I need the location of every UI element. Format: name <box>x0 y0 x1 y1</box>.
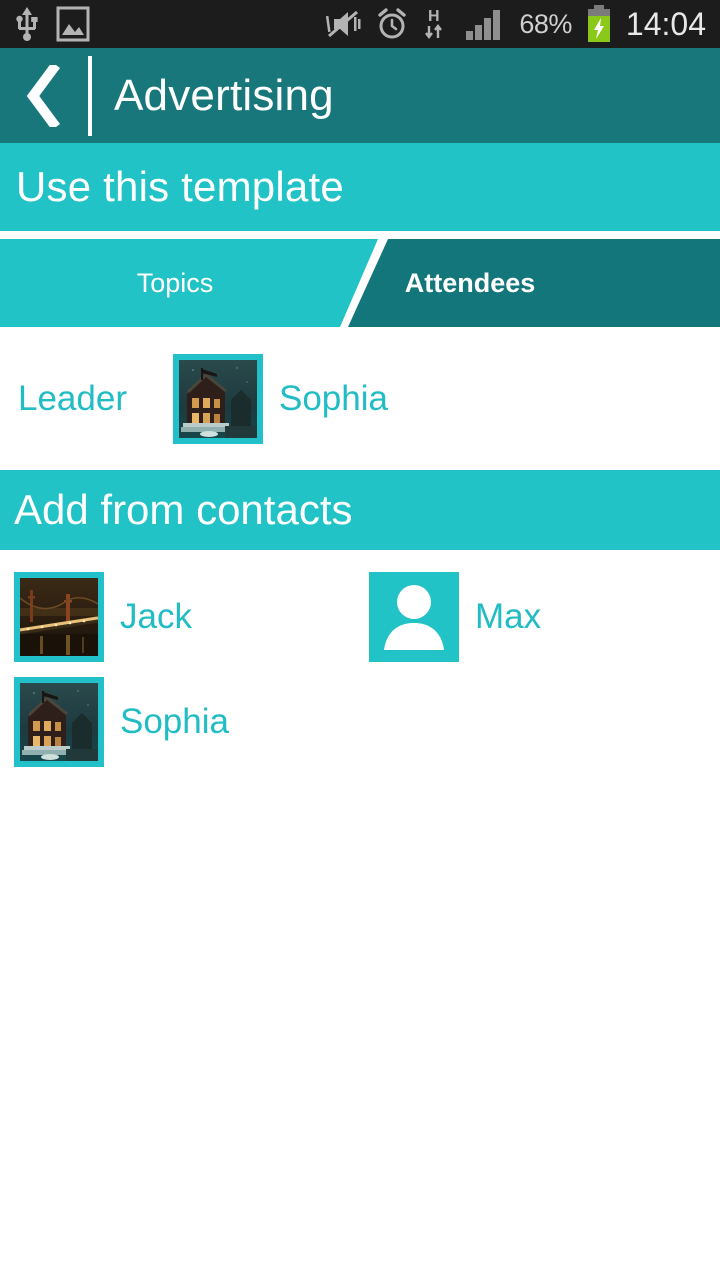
banner-tabs-gap <box>0 231 720 239</box>
mute-vibrate-icon <box>325 8 361 40</box>
tab-attendees[interactable]: Attendees <box>348 239 720 327</box>
clock-label: 14:04 <box>625 5 706 42</box>
use-template-label: Use this template <box>16 163 344 210</box>
image-icon <box>56 5 90 43</box>
tab-topics-label: Topics <box>136 267 214 298</box>
tab-topics[interactable]: Topics <box>0 239 378 327</box>
signal-bars-icon <box>465 7 505 41</box>
svg-text:H: H <box>428 8 440 25</box>
tab-bar: Topics Attendees <box>0 239 720 327</box>
list-item[interactable]: Jack <box>0 571 355 662</box>
list-item[interactable]: Sophia <box>0 676 355 767</box>
list-item[interactable]: Max <box>355 571 710 662</box>
app-header: Advertising <box>0 48 720 143</box>
avatar-photo-house-night <box>173 353 263 444</box>
contact-name: Max <box>475 596 542 636</box>
contacts-row: Jack Max <box>0 564 720 669</box>
usb-icon <box>14 7 40 41</box>
avatar-photo-bridge-night <box>14 571 104 662</box>
back-button[interactable] <box>0 48 88 143</box>
add-from-contacts-label: Add from contacts <box>14 486 353 533</box>
contact-name: Jack <box>120 596 192 636</box>
status-bar-right-icons: H 68% 14:04 <box>325 5 720 43</box>
avatar-photo-house-night <box>14 676 104 767</box>
hspa-data-icon: H <box>423 6 451 42</box>
alarm-icon <box>375 7 409 41</box>
contacts-list: Jack Max Sophia <box>0 550 720 774</box>
contacts-row: Sophia <box>0 669 720 774</box>
back-chevron-icon <box>26 64 60 127</box>
use-template-button[interactable]: Use this template <box>0 143 720 231</box>
page-title: Advertising <box>114 70 334 120</box>
leader-label: Leader <box>18 378 127 418</box>
leader-avatar[interactable] <box>173 353 263 444</box>
tab-attendees-label: Attendees <box>404 267 536 298</box>
status-bar-left-icons <box>0 5 90 43</box>
battery-charging-icon <box>586 5 612 43</box>
status-bar: H 68% 14:04 <box>0 0 720 48</box>
leader-row[interactable]: Leader Sophia <box>0 327 720 470</box>
battery-percent-label: 68% <box>519 8 572 39</box>
contact-name: Sophia <box>120 701 229 741</box>
default-person-icon <box>369 571 459 662</box>
add-from-contacts-header: Add from contacts <box>0 470 720 550</box>
leader-name: Sophia <box>279 378 388 418</box>
